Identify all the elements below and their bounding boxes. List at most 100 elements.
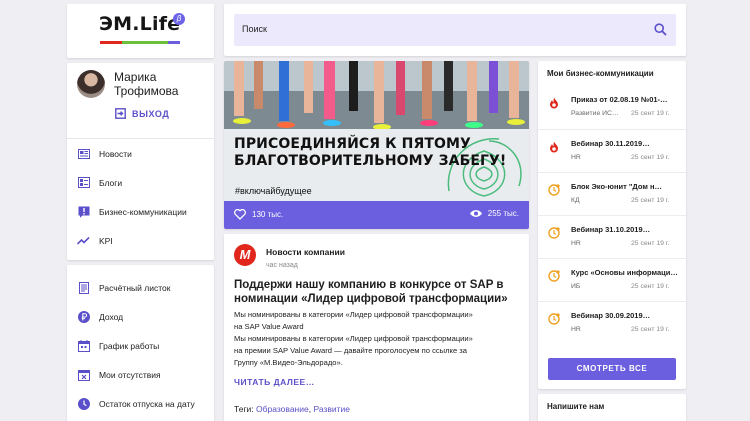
biz-item[interactable]: Курс «Основы информаци… ИБ 25 сент 19 г.	[538, 258, 686, 301]
calendar-icon	[77, 339, 90, 352]
calendar-cross-icon	[77, 368, 90, 381]
biz-item-date: 25 сент 19 г.	[631, 240, 670, 247]
beta-badge: β	[173, 13, 185, 25]
biz-item[interactable]: Вебинар 30.09.2019… HR 25 сент 19 г.	[538, 301, 686, 344]
banner-headline: ПРИСОЕДИНЯЙСЯ К ПЯТОМУ БЛАГОТВОРИТЕЛЬНОМ…	[234, 136, 524, 170]
menu-item-label: Блоги	[99, 177, 123, 188]
biz-item-department: HR	[571, 326, 581, 333]
ruble-icon	[77, 310, 90, 323]
main-menu: Новости Блоги Бизнес-коммуникации KPI	[67, 139, 214, 255]
views-count: 255 тыс.	[487, 209, 519, 218]
tools-menu: Расчётный листок Доход График работы Мои…	[67, 273, 214, 418]
news-title[interactable]: Поддержи нашу компанию в конкурсе от SAP…	[234, 278, 524, 306]
biz-item-department: HR	[571, 240, 581, 247]
news-icon	[77, 147, 90, 160]
menu-item-label: Бизнес-коммуникации	[99, 206, 187, 217]
menu-item-payslip[interactable]: Расчётный листок	[67, 273, 214, 302]
view-all-button[interactable]: СМОТРЕТЬ ВСЕ	[548, 358, 676, 380]
menu-item-blogs[interactable]: Блоги	[67, 168, 214, 197]
biz-title: Мои бизнес-коммуникации	[547, 69, 654, 78]
read-more-link[interactable]: ЧИТАТЬ ДАЛЕЕ…	[234, 377, 315, 387]
biz-item[interactable]: Приказ от 02.08.19 №01-… Развитие ИС… 25 с…	[538, 86, 686, 129]
biz-item-name: Приказ от 02.08.19 №01-…	[571, 95, 668, 104]
biz-item-name: Вебинар 30.11.2019…	[571, 139, 650, 148]
menu-item-label: Мои отсутствия	[99, 369, 161, 380]
eye-icon	[469, 210, 482, 217]
write-title: Напишите нам	[547, 402, 605, 411]
biz-item-name: Вебинар 31.10.2019…	[571, 225, 651, 234]
fire-icon	[550, 141, 558, 153]
biz-item-department: HR	[571, 154, 581, 161]
heart-icon	[234, 209, 246, 220]
biz-item[interactable]: Вебинар 31.10.2019… HR 25 сент 19 г.	[538, 215, 686, 258]
user-name: Марика Трофимова	[114, 70, 179, 98]
views-counter: 255 тыс.	[469, 209, 519, 218]
clock-alert-icon	[548, 313, 560, 325]
search-card: Поиск	[224, 4, 686, 56]
menu-item-income[interactable]: Доход	[67, 302, 214, 331]
menu-item-business-communications[interactable]: Бизнес-коммуникации	[67, 197, 214, 226]
tags-label: Теги:	[234, 404, 254, 414]
logout-icon	[115, 108, 126, 119]
menu-item-label: Доход	[99, 311, 124, 322]
search-placeholder: Поиск	[242, 24, 267, 34]
news-body-line: на премии SAP Value Award — давайте прог…	[234, 346, 468, 355]
clock-alert-icon	[548, 184, 560, 196]
search-icon[interactable]	[654, 23, 667, 36]
tag-development[interactable]: Развитие	[313, 404, 350, 414]
news-body: Мы номинированы в категории «Лидер цифро…	[234, 309, 524, 369]
biz-item-name: Вебинар 30.09.2019…	[571, 311, 651, 320]
biz-item-department: ИБ	[571, 283, 581, 290]
menu-item-label: KPI	[99, 235, 113, 246]
news-body-line: на SAP Value Award	[234, 322, 304, 331]
menu-item-label: Новости	[99, 148, 132, 159]
avatar[interactable]	[77, 70, 105, 98]
logo-stripe	[100, 41, 180, 44]
news-body-line: Мы номинированы в категории «Лидер цифро…	[234, 334, 473, 343]
banner-card[interactable]: ПРИСОЕДИНЯЙСЯ К ПЯТОМУ БЛАГОТВОРИТЕЛЬНОМ…	[224, 61, 529, 229]
user-menu-card: Марика Трофимова ВЫХОД Новости Блоги Биз…	[67, 63, 214, 260]
app-logo[interactable]: ЭМ.Life β	[99, 13, 185, 35]
news-body-line: Мы номинированы в категории «Лидер цифро…	[234, 310, 473, 319]
biz-item-department: Развитие ИС…	[571, 110, 619, 117]
menu-item-label: График работы	[99, 340, 160, 351]
tag-education[interactable]: Образование	[256, 404, 309, 414]
clock-alert-icon	[548, 270, 560, 282]
biz-item-date: 25 сент 19 г.	[631, 326, 670, 333]
write-to-us-card[interactable]: Напишите нам	[538, 394, 686, 421]
biz-item[interactable]: Блок Эко-юнит "Дом н… КД 25 сент 19 г.	[538, 172, 686, 215]
likes-count: 130 тыс.	[252, 210, 284, 219]
biz-list: Приказ от 02.08.19 №01-… Развитие ИС… 25 с…	[538, 86, 686, 344]
logo-text: ЭМ.Life	[99, 13, 181, 35]
menu-item-absences[interactable]: Мои отсутствия	[67, 360, 214, 389]
tools-menu-card: Расчётный листок Доход График работы Мои…	[67, 265, 214, 421]
banner-headline-line1: ПРИСОЕДИНЯЙСЯ К ПЯТОМУ	[234, 136, 471, 152]
fire-icon	[550, 97, 558, 109]
biz-item-department: КД	[571, 197, 580, 204]
menu-item-label: Расчётный листок	[99, 282, 171, 293]
banner-stats-bar: 130 тыс. 255 тыс.	[224, 201, 529, 229]
banner-headline-line2: БЛАГОТВОРИТЕЛЬНОМУ ЗАБЕГУ!	[234, 153, 507, 169]
news-source[interactable]: Новости компании	[266, 247, 345, 257]
menu-item-schedule[interactable]: График работы	[67, 331, 214, 360]
menu-item-news[interactable]: Новости	[67, 139, 214, 168]
trend-icon	[77, 234, 90, 247]
biz-item-name: Курс «Основы информаци…	[571, 268, 678, 277]
document-icon	[77, 281, 90, 294]
news-time: час назад	[266, 262, 298, 269]
clock-icon	[77, 397, 90, 410]
alert-icon	[77, 205, 90, 218]
logout-button[interactable]: ВЫХОД	[115, 108, 169, 119]
search-input[interactable]: Поиск	[234, 14, 676, 46]
biz-item-name: Блок Эко-юнит "Дом н…	[571, 182, 662, 191]
biz-item-date: 25 сент 19 г.	[631, 110, 670, 117]
news-tags: Теги: Образование, Развитие	[234, 404, 350, 414]
like-button[interactable]: 130 тыс.	[234, 209, 283, 220]
menu-item-kpi[interactable]: KPI	[67, 226, 214, 255]
tag-separator: ,	[308, 404, 312, 414]
menu-item-vacation-balance[interactable]: Остаток отпуска на дату	[67, 389, 214, 418]
logo-card: ЭМ.Life β	[67, 4, 214, 58]
logout-label: ВЫХОД	[132, 108, 170, 119]
biz-item[interactable]: Вебинар 30.11.2019… HR 25 сент 19 г.	[538, 129, 686, 172]
business-communications-card: Мои бизнес-коммуникации Приказ от 02.08.…	[538, 61, 686, 389]
